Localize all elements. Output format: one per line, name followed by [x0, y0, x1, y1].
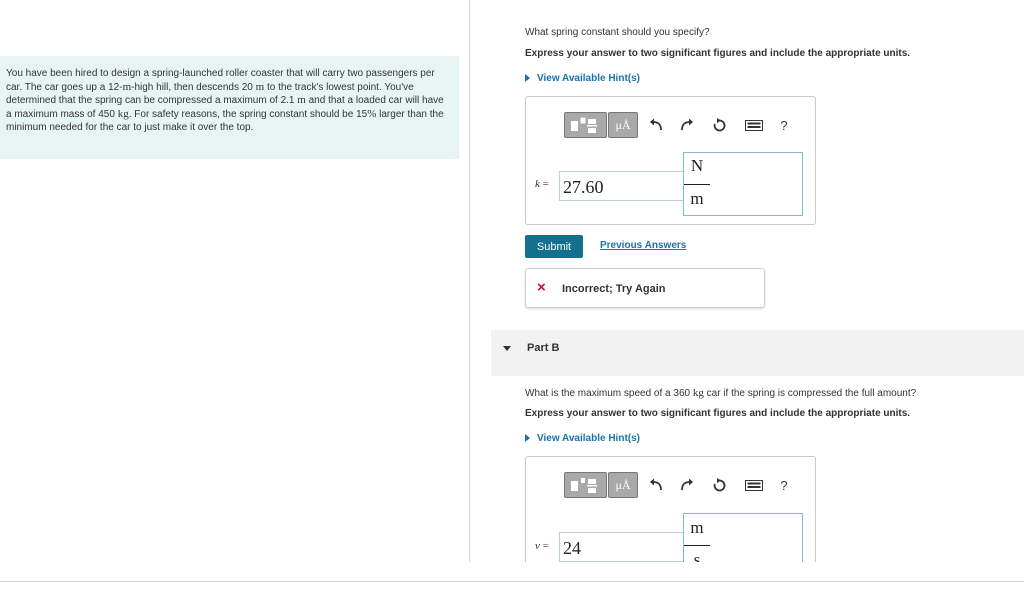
- equals-sign: =: [542, 540, 549, 552]
- units-button[interactable]: μÅ: [608, 472, 638, 498]
- units-button[interactable]: μÅ: [608, 112, 638, 138]
- part-b-question: What is the maximum speed of a 360 kg ca…: [525, 387, 916, 399]
- problem-statement: You have been hired to design a spring-l…: [0, 56, 459, 159]
- part-b-title[interactable]: Part B: [527, 342, 559, 354]
- panel-divider: [469, 0, 470, 562]
- caret-down-icon[interactable]: [503, 346, 511, 351]
- answer-variable: v =: [535, 540, 549, 552]
- unit-numerator: N: [690, 156, 704, 175]
- part-b-hints-link[interactable]: View Available Hint(s): [525, 433, 640, 444]
- hint-label: View Available Hint(s): [537, 433, 640, 444]
- part-b-header[interactable]: [491, 330, 1024, 376]
- templates-icon: [570, 478, 597, 493]
- previous-answers-link[interactable]: Previous Answers: [600, 240, 686, 251]
- unit-numerator: m: [690, 518, 704, 537]
- unit-meter: m: [255, 80, 265, 93]
- variable-k: k: [535, 178, 540, 190]
- incorrect-x-icon: ×: [537, 279, 546, 296]
- unit-meter: m: [122, 80, 132, 93]
- hint-label: View Available Hint(s): [537, 73, 640, 84]
- help-label: ?: [780, 117, 788, 133]
- redo-icon[interactable]: [677, 112, 697, 138]
- question-text: What is the maximum speed of a 360: [525, 388, 693, 399]
- part-a-question: What spring constant should you specify?: [525, 27, 710, 38]
- value-input[interactable]: 24: [559, 532, 684, 562]
- part-a-instruction: Express your answer to two significant f…: [525, 48, 911, 59]
- part-b-instruction: Express your answer to two significant f…: [525, 408, 911, 419]
- undo-icon[interactable]: [646, 472, 666, 498]
- reset-icon[interactable]: [709, 112, 729, 138]
- problem-text: -high hill, then descends 20: [131, 81, 256, 93]
- unit-denominator: s: [693, 550, 701, 562]
- help-icon[interactable]: ?: [774, 112, 794, 138]
- undo-icon[interactable]: [646, 112, 666, 138]
- value-input[interactable]: 27.60: [559, 171, 684, 201]
- answer-variable: k =: [535, 178, 549, 190]
- units-label: μÅ: [615, 117, 631, 132]
- part-b-answer-box: μÅ ? v = 24 m s: [525, 456, 816, 562]
- caret-right-icon: [525, 74, 530, 82]
- unit-input[interactable]: m s: [683, 513, 803, 562]
- reset-icon[interactable]: [709, 472, 729, 498]
- keyboard-icon[interactable]: [743, 112, 765, 138]
- equals-sign: =: [542, 178, 549, 190]
- submit-button[interactable]: Submit: [525, 235, 583, 258]
- unit-percent: %: [367, 107, 377, 120]
- feedback-box: × Incorrect; Try Again: [525, 268, 765, 308]
- bottom-divider: [0, 581, 1024, 582]
- unit-kilogram: kg: [117, 107, 129, 120]
- problem-text: . For safety reasons, the spring constan…: [128, 108, 368, 120]
- unit-meter: m: [297, 94, 306, 106]
- feedback-text: Incorrect; Try Again: [562, 283, 666, 295]
- help-label: ?: [780, 477, 788, 493]
- help-icon[interactable]: ?: [774, 472, 794, 498]
- fraction-bar: [684, 545, 710, 546]
- part-a-answer-box: μÅ ? k = 27.60 N m: [525, 96, 816, 225]
- redo-icon[interactable]: [677, 472, 697, 498]
- templates-button[interactable]: [564, 112, 607, 138]
- unit-denominator: m: [690, 189, 704, 208]
- templates-icon: [570, 117, 597, 133]
- question-text: car if the spring is compressed the full…: [703, 388, 917, 399]
- templates-button[interactable]: [564, 472, 607, 498]
- caret-right-icon: [525, 434, 530, 442]
- part-a-hints-link[interactable]: View Available Hint(s): [525, 73, 640, 84]
- variable-v: v: [535, 540, 540, 552]
- unit-kilogram: kg: [692, 387, 704, 399]
- fraction-bar: [684, 184, 710, 185]
- unit-input[interactable]: N m: [683, 152, 803, 216]
- keyboard-icon[interactable]: [743, 472, 765, 498]
- units-label: μÅ: [615, 477, 631, 492]
